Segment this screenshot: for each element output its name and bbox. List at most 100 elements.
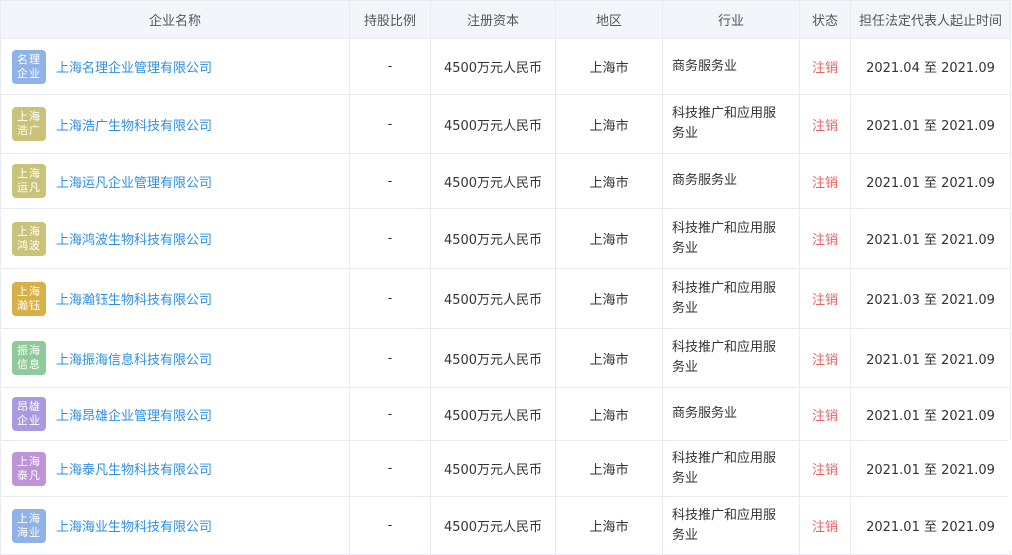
region-cell: 上海市 xyxy=(555,38,663,95)
table-row: 振海信息 上海振海信息科技有限公司 - 4500万元人民币 上海市 科技推广和应… xyxy=(0,328,1011,388)
header-registered-capital: 注册资本 xyxy=(430,0,556,39)
company-logo-text: 上海浩广 xyxy=(17,110,41,137)
period-cell: 2021.01 至 2021.09 xyxy=(850,496,1011,555)
region-cell: 上海市 xyxy=(555,328,663,388)
industry-cell: 商务服务业 xyxy=(662,38,800,95)
company-cell: 上海运凡 上海运凡企业管理有限公司 xyxy=(0,153,350,209)
capital-cell: 4500万元人民币 xyxy=(430,496,556,555)
industry-cell: 科技推广和应用服务业 xyxy=(662,440,800,497)
capital-cell: 4500万元人民币 xyxy=(430,38,556,95)
company-cell: 上海泰凡 上海泰凡生物科技有限公司 xyxy=(0,440,350,497)
company-logo-text: 振海信息 xyxy=(17,344,41,371)
company-table-container: 企业名称 持股比例 注册资本 地区 行业 状态 担任法定代表人起止时间 名理企业… xyxy=(0,0,1012,555)
company-logo-text: 上海海业 xyxy=(17,511,41,539)
industry-cell: 商务服务业 xyxy=(662,387,800,441)
header-industry: 行业 xyxy=(662,0,800,39)
period-cell: 2021.01 至 2021.09 xyxy=(850,208,1011,269)
region-cell: 上海市 xyxy=(555,208,663,269)
company-name-link[interactable]: 上海泰凡生物科技有限公司 xyxy=(56,459,212,478)
table-row: 名理企业 上海名理企业管理有限公司 - 4500万元人民币 上海市 商务服务业 … xyxy=(0,38,1011,95)
industry-cell: 科技推广和应用服务业 xyxy=(662,268,800,329)
table-row: 上海泰凡 上海泰凡生物科技有限公司 - 4500万元人民币 上海市 科技推广和应… xyxy=(0,440,1011,497)
period-cell: 2021.01 至 2021.09 xyxy=(850,328,1011,388)
status-cell: 注销 xyxy=(799,440,851,497)
period-cell: 2021.01 至 2021.09 xyxy=(850,94,1011,154)
company-cell: 名理企业 上海名理企业管理有限公司 xyxy=(0,38,350,95)
company-logo: 上海运凡 xyxy=(12,164,46,198)
region-cell: 上海市 xyxy=(555,268,663,329)
share-cell: - xyxy=(349,328,431,388)
table-row: 上海瀚钰 上海瀚钰生物科技有限公司 - 4500万元人民币 上海市 科技推广和应… xyxy=(0,268,1011,329)
share-cell: - xyxy=(349,440,431,497)
capital-cell: 4500万元人民币 xyxy=(430,440,556,497)
share-cell: - xyxy=(349,153,431,209)
share-cell: - xyxy=(349,94,431,154)
company-name-link[interactable]: 上海浩广生物科技有限公司 xyxy=(56,115,212,134)
status-cell: 注销 xyxy=(799,38,851,95)
status-cell: 注销 xyxy=(799,208,851,269)
period-cell: 2021.01 至 2021.09 xyxy=(850,440,1011,497)
company-logo: 上海海业 xyxy=(12,508,46,543)
company-logo-text: 名理企业 xyxy=(17,52,41,80)
share-cell: - xyxy=(349,268,431,329)
table-row: 上海海业 上海海业生物科技有限公司 - 4500万元人民币 上海市 科技推广和应… xyxy=(0,496,1011,555)
company-table: 企业名称 持股比例 注册资本 地区 行业 状态 担任法定代表人起止时间 名理企业… xyxy=(0,0,1011,555)
company-cell: 上海鸿波 上海鸿波生物科技有限公司 xyxy=(0,208,350,269)
company-logo: 上海瀚钰 xyxy=(12,281,46,316)
region-cell: 上海市 xyxy=(555,496,663,555)
company-name-link[interactable]: 上海瀚钰生物科技有限公司 xyxy=(56,289,212,308)
company-cell: 上海海业 上海海业生物科技有限公司 xyxy=(0,496,350,555)
company-name-link[interactable]: 上海昂雄企业管理有限公司 xyxy=(56,405,212,424)
period-cell: 2021.01 至 2021.09 xyxy=(850,387,1011,441)
share-cell: - xyxy=(349,496,431,555)
industry-cell: 商务服务业 xyxy=(662,153,800,209)
industry-cell: 科技推广和应用服务业 xyxy=(662,208,800,269)
company-logo: 名理企业 xyxy=(12,49,46,84)
company-name-link[interactable]: 上海海业生物科技有限公司 xyxy=(56,516,212,535)
table-row: 上海运凡 上海运凡企业管理有限公司 - 4500万元人民币 上海市 商务服务业 … xyxy=(0,153,1011,209)
company-logo-text: 上海瀚钰 xyxy=(17,284,41,312)
capital-cell: 4500万元人民币 xyxy=(430,153,556,209)
status-cell: 注销 xyxy=(799,94,851,154)
company-logo: 昂雄企业 xyxy=(12,397,46,431)
company-logo: 上海泰凡 xyxy=(12,451,46,486)
region-cell: 上海市 xyxy=(555,94,663,154)
region-cell: 上海市 xyxy=(555,153,663,209)
table-row: 上海浩广 上海浩广生物科技有限公司 - 4500万元人民币 上海市 科技推广和应… xyxy=(0,94,1011,154)
company-cell: 上海瀚钰 上海瀚钰生物科技有限公司 xyxy=(0,268,350,329)
status-cell: 注销 xyxy=(799,387,851,441)
table-header-row: 企业名称 持股比例 注册资本 地区 行业 状态 担任法定代表人起止时间 xyxy=(0,0,1011,39)
capital-cell: 4500万元人民币 xyxy=(430,387,556,441)
header-status: 状态 xyxy=(799,0,851,39)
header-company-name: 企业名称 xyxy=(0,0,350,39)
company-logo: 上海浩广 xyxy=(12,107,46,141)
header-legal-rep-period: 担任法定代表人起止时间 xyxy=(850,0,1011,39)
header-region: 地区 xyxy=(555,0,663,39)
company-logo-text: 昂雄企业 xyxy=(17,400,41,427)
company-name-link[interactable]: 上海名理企业管理有限公司 xyxy=(56,57,212,76)
share-cell: - xyxy=(349,38,431,95)
region-cell: 上海市 xyxy=(555,387,663,441)
region-cell: 上海市 xyxy=(555,440,663,497)
industry-cell: 科技推广和应用服务业 xyxy=(662,496,800,555)
company-name-link[interactable]: 上海鸿波生物科技有限公司 xyxy=(56,229,212,248)
period-cell: 2021.03 至 2021.09 xyxy=(850,268,1011,329)
capital-cell: 4500万元人民币 xyxy=(430,328,556,388)
industry-cell: 科技推广和应用服务业 xyxy=(662,94,800,154)
company-logo: 振海信息 xyxy=(12,341,46,375)
share-cell: - xyxy=(349,208,431,269)
status-cell: 注销 xyxy=(799,496,851,555)
header-share-ratio: 持股比例 xyxy=(349,0,431,39)
company-name-link[interactable]: 上海运凡企业管理有限公司 xyxy=(56,172,212,191)
company-logo-text: 上海泰凡 xyxy=(17,454,41,482)
table-row: 上海鸿波 上海鸿波生物科技有限公司 - 4500万元人民币 上海市 科技推广和应… xyxy=(0,208,1011,269)
company-logo: 上海鸿波 xyxy=(12,221,46,256)
status-cell: 注销 xyxy=(799,328,851,388)
period-cell: 2021.01 至 2021.09 xyxy=(850,153,1011,209)
company-logo-text: 上海运凡 xyxy=(17,167,41,194)
share-cell: - xyxy=(349,387,431,441)
company-name-link[interactable]: 上海振海信息科技有限公司 xyxy=(56,349,212,368)
status-cell: 注销 xyxy=(799,153,851,209)
capital-cell: 4500万元人民币 xyxy=(430,208,556,269)
status-cell: 注销 xyxy=(799,268,851,329)
